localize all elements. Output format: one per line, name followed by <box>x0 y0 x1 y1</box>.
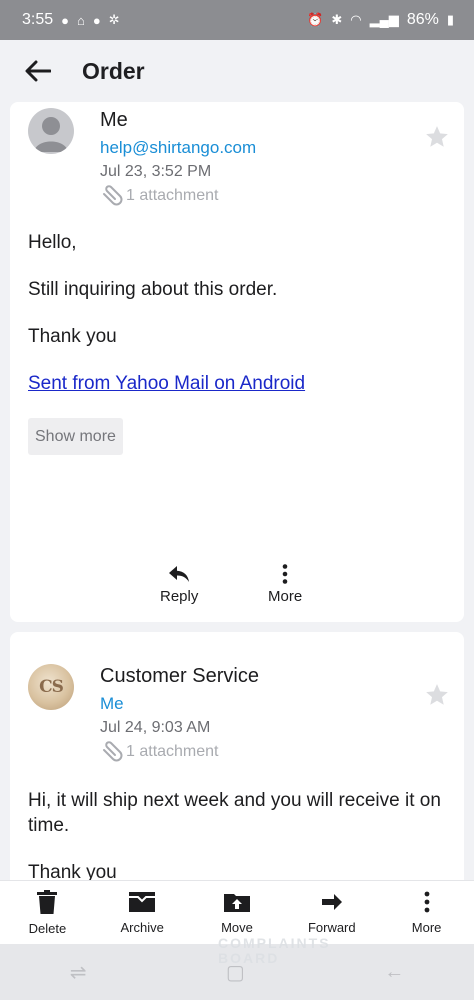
alarm-icon: ⏰ <box>307 12 324 27</box>
battery-level: 86% <box>406 11 439 28</box>
body-paragraph: Hello, <box>28 232 77 253</box>
home-icon: ⌂ <box>77 12 85 28</box>
person-icon <box>34 117 68 152</box>
more-vertical-icon <box>282 564 288 584</box>
watermark: COMPLAINTS BOARD <box>218 936 331 966</box>
facebook-icon-2: ● <box>92 12 101 28</box>
signal-icon: ▂▄▆ <box>369 12 399 27</box>
sender-name: Me <box>100 109 128 131</box>
recipient-address[interactable]: help@shirtango.com <box>100 138 256 158</box>
message-actions: Reply More <box>10 564 464 614</box>
message-card: Me help@shirtango.com Jul 23, 3:52 PM 1 … <box>10 102 464 622</box>
watermark-line: BOARD <box>218 950 280 966</box>
delete-label: Delete <box>28 920 67 936</box>
avatar-initials: CS <box>39 677 64 697</box>
attachment-count: 1 attachment <box>126 187 219 204</box>
back-button[interactable] <box>18 51 58 91</box>
battery-icon: ▮ <box>446 12 454 27</box>
recipient-name[interactable]: Me <box>100 694 259 714</box>
delete-button[interactable]: Delete <box>0 881 95 944</box>
trash-icon <box>37 889 58 914</box>
paperclip-icon <box>103 741 123 762</box>
status-left: 3:55 ● ⌂ ● ✲ <box>22 11 120 29</box>
watermark-line: COMPLAINTS <box>218 935 331 951</box>
body-paragraph: Thank you <box>28 326 117 347</box>
more-vertical-icon <box>424 891 429 912</box>
message-date: Jul 23, 3:52 PM <box>100 163 212 180</box>
wifi-icon: ◠ <box>350 12 362 27</box>
more-label: More <box>411 919 442 935</box>
avatar[interactable]: CS <box>28 664 74 710</box>
move-label: Move <box>221 919 253 935</box>
show-more-button[interactable]: Show more <box>28 418 123 455</box>
attachment-indicator[interactable]: 1 attachment <box>100 185 256 207</box>
archive-button[interactable]: Archive <box>95 881 190 944</box>
more-actions-button[interactable]: More <box>268 564 302 605</box>
body-paragraph: Still inquiring about this order. <box>28 279 278 300</box>
paperclip-icon <box>103 185 123 206</box>
recents-icon[interactable]: ⇌ <box>70 960 87 985</box>
sender-name: Customer Service <box>100 665 259 687</box>
back-nav-icon[interactable]: ← <box>384 961 404 984</box>
reply-label: Reply <box>160 588 199 605</box>
archive-icon <box>129 891 156 912</box>
message-date: Jul 24, 9:03 AM <box>100 719 211 736</box>
archive-label: Archive <box>120 919 164 935</box>
app-bar: Order <box>0 40 474 102</box>
body-paragraph: Hi, it will ship next week and you will … <box>28 790 441 836</box>
star-icon[interactable] <box>424 682 450 708</box>
arrow-left-icon <box>25 60 51 82</box>
status-right: ⏰ ✱ ◠ ▂▄▆ 86% ▮ <box>307 11 454 29</box>
star-icon[interactable] <box>424 124 450 150</box>
signature-link[interactable]: Sent from Yahoo Mail on Android <box>28 373 305 394</box>
arrow-right-icon <box>321 893 342 910</box>
message-body: Hello, Still inquiring about this order.… <box>28 230 448 455</box>
status-bar: 3:55 ● ⌂ ● ✲ ⏰ ✱ ◠ ▂▄▆ 86% ▮ <box>0 0 474 40</box>
message-header: Customer Service Me Jul 24, 9:03 AM 1 at… <box>100 665 259 763</box>
attachment-indicator[interactable]: 1 attachment <box>100 741 259 763</box>
page-title: Order <box>82 57 145 84</box>
more-label: More <box>268 588 303 605</box>
folder-move-icon <box>223 893 250 912</box>
attachment-count: 1 attachment <box>126 743 219 760</box>
reply-button[interactable]: Reply <box>160 564 198 605</box>
more-button[interactable]: More <box>379 881 474 944</box>
facebook-icon: ● <box>61 12 69 28</box>
bluetooth-icon: ✱ <box>331 12 343 27</box>
message-card: CS Customer Service Me Jul 24, 9:03 AM 1… <box>10 632 464 892</box>
message-header: Me help@shirtango.com Jul 23, 3:52 PM 1 … <box>100 109 256 207</box>
forward-label: Forward <box>307 919 356 935</box>
avatar[interactable] <box>28 108 74 154</box>
pinwheel-icon: ✲ <box>108 12 120 27</box>
reply-icon <box>169 566 190 582</box>
clock: 3:55 <box>22 11 54 28</box>
